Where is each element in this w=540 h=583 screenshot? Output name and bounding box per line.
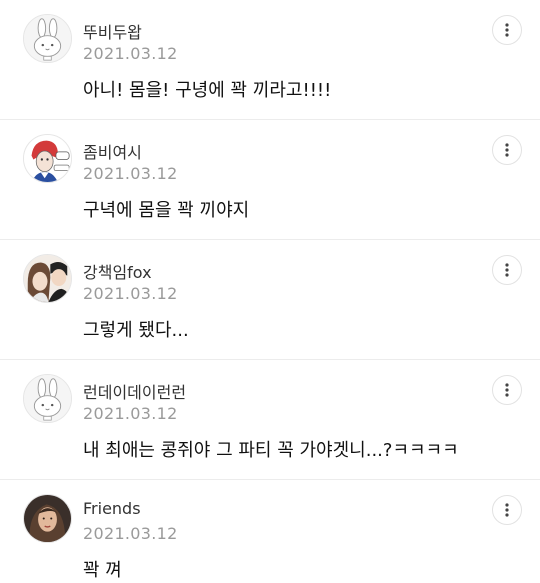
comment-author[interactable]: 런데이데이런런	[83, 379, 186, 403]
comment-item: Friends 2021.03.12 꽉 껴	[0, 480, 540, 583]
bunny-avatar-icon[interactable]	[23, 374, 72, 423]
bunny-avatar-icon[interactable]	[23, 14, 72, 63]
comment-item: 강책임fox 2021.03.12 그렇게 됐다...	[0, 240, 540, 360]
comment-author[interactable]: 뚜비두왑	[83, 19, 142, 43]
comment-text: 아니! 몸을! 구녕에 꽉 끼라고!!!!	[83, 80, 332, 101]
comment-text: 그렇게 됐다...	[83, 320, 189, 341]
more-options-button[interactable]	[492, 135, 522, 165]
more-vertical-icon	[505, 23, 509, 37]
zombie-illustration-avatar[interactable]	[23, 134, 72, 183]
comment-date: 2021.03.12	[83, 44, 178, 63]
comment-text: 내 최애는 콩쥐야 그 파티 꼭 가야겟니...?ㅋㅋㅋㅋ	[83, 440, 459, 461]
comment-author[interactable]: 좀비여시	[83, 139, 142, 163]
more-options-button[interactable]	[492, 495, 522, 525]
photo-avatar[interactable]	[23, 494, 72, 543]
comment-text: 구녁에 몸을 꽉 끼야지	[83, 200, 250, 221]
comment-author[interactable]: Friends	[83, 499, 141, 518]
comment-date: 2021.03.12	[83, 164, 178, 183]
couple-illustration-avatar[interactable]	[23, 254, 72, 303]
more-options-button[interactable]	[492, 255, 522, 285]
more-options-button[interactable]	[492, 375, 522, 405]
comment-author[interactable]: 강책임fox	[83, 259, 152, 283]
comment-date: 2021.03.12	[83, 404, 178, 423]
more-vertical-icon	[505, 503, 509, 517]
more-vertical-icon	[505, 383, 509, 397]
more-vertical-icon	[505, 143, 509, 157]
comment-text: 꽉 껴	[83, 560, 122, 581]
comment-item: 좀비여시 2021.03.12 구녁에 몸을 꽉 끼야지	[0, 120, 540, 240]
more-options-button[interactable]	[492, 15, 522, 45]
comment-item: 뚜비두왑 2021.03.12 아니! 몸을! 구녕에 꽉 끼라고!!!!	[0, 0, 540, 120]
comment-date: 2021.03.12	[83, 284, 178, 303]
comment-list: 뚜비두왑 2021.03.12 아니! 몸을! 구녕에 꽉 끼라고!!!! 좀비…	[0, 0, 540, 583]
comment-date: 2021.03.12	[83, 524, 178, 543]
comment-item: 런데이데이런런 2021.03.12 내 최애는 콩쥐야 그 파티 꼭 가야겟니…	[0, 360, 540, 480]
more-vertical-icon	[505, 263, 509, 277]
